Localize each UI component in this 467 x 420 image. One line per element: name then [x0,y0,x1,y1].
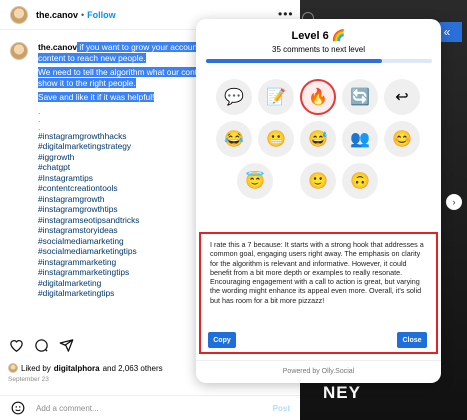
return-icon[interactable]: ↩ [384,79,420,115]
caption-avatar[interactable] [10,42,28,60]
post-username[interactable]: the.canov [36,10,78,20]
fire-icon[interactable]: 🔥 [300,79,336,115]
sweat-smile-icon[interactable]: 😅 [300,121,336,157]
liked-user[interactable]: digitalphora [54,364,100,373]
liked-suffix[interactable]: and 2,063 others [103,364,163,373]
liker-avatar[interactable] [8,363,18,373]
level-progress-bar [206,59,432,63]
comment-icon[interactable] [33,337,49,353]
post-comment-button[interactable]: Post [273,404,290,413]
speech-bubble-icon[interactable]: 💬 [216,79,252,115]
heart-icon[interactable] [8,337,24,353]
caption-text: if you want to grow your account [77,42,200,52]
olly-popup: Level 6 🌈 35 comments to next level 💬 📝 🔥 🔄… [196,19,441,383]
close-button[interactable]: Close [397,332,427,348]
memo-icon[interactable]: 📝 [258,79,294,115]
comment-input[interactable]: Add a comment... [36,404,99,413]
comment-bar: Add a comment... Post [0,395,300,420]
caption-text: show it to the right people. [38,77,136,88]
emoji-picker-icon[interactable] [10,400,26,416]
caption-text: content to reach new people. [38,52,146,63]
laughing-face-icon[interactable]: 😂 [216,121,252,157]
divider [196,360,441,361]
starstruck-face-icon[interactable]: 😇 [237,163,273,199]
follow-button[interactable]: Follow [87,10,116,20]
caption-username[interactable]: the.canov [38,42,77,52]
repeat-icon[interactable]: 🔄 [342,79,378,115]
level-title: Level 6 🌈 [291,30,346,42]
next-arrow-icon[interactable]: › [446,194,462,210]
slight-smile-icon[interactable]: 🙂 [300,163,336,199]
image-text: NEY [323,383,361,402]
avatar[interactable] [10,5,28,24]
likes-summary: Liked by digitalphora and 2,063 others [8,363,163,373]
copy-button[interactable]: Copy [208,332,236,348]
post-date: September 23 [8,376,49,383]
feedback-text: I rate this a 7 because: It starts with … [210,240,424,305]
liked-prefix: Liked by [21,363,51,373]
upside-down-face-icon[interactable]: 🙃 [342,163,378,199]
caption-text: Save and like it if it was helpful! [38,92,155,102]
group-icon[interactable]: 👥 [342,121,378,157]
level-progress-fill [206,59,383,63]
separator-dot: • [81,9,85,20]
next-level-text: 35 comments to next level [272,45,365,54]
powered-by: Powered by Olly.Social [282,368,355,375]
share-icon[interactable] [58,337,74,353]
smiling-face-icon[interactable]: 😊 [384,121,420,157]
grimacing-face-icon[interactable]: 😬 [258,121,294,157]
feedback-box: I rate this a 7 because: It starts with … [199,232,438,354]
